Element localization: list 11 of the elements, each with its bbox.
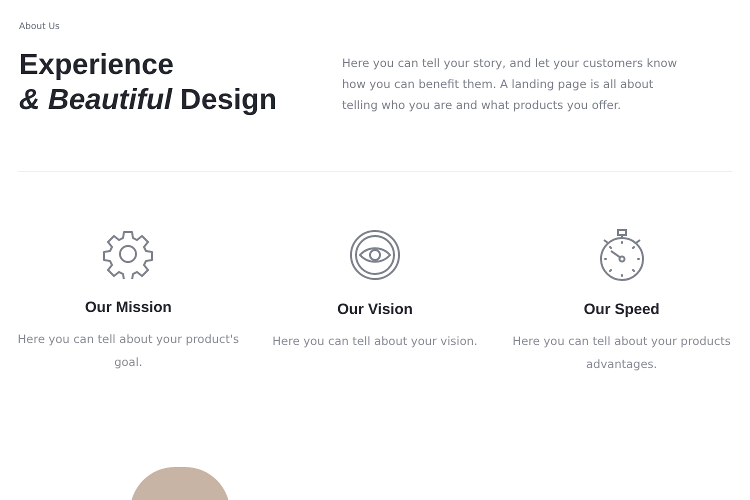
eye-icon — [349, 229, 401, 281]
feature-description: Here you can tell about your vision. — [271, 333, 479, 350]
feature-description: Here you can tell about your products advantages. — [512, 333, 732, 373]
feature-title: Our Mission — [84, 299, 172, 316]
feature-description: Here you can tell about your product's goal. — [16, 331, 240, 371]
feature-title: Our Vision — [337, 301, 413, 318]
gear-icon — [103, 229, 154, 279]
section-label: About Us — [19, 22, 61, 32]
feature-title: Our Speed — [584, 301, 660, 318]
section-heading: Experience & Beautiful Design — [19, 48, 278, 118]
intro-paragraph: Here you can tell your story, and let your customers know how you can benefit them. A landing page is all about telling who you are and what products you offer. — [342, 55, 678, 114]
